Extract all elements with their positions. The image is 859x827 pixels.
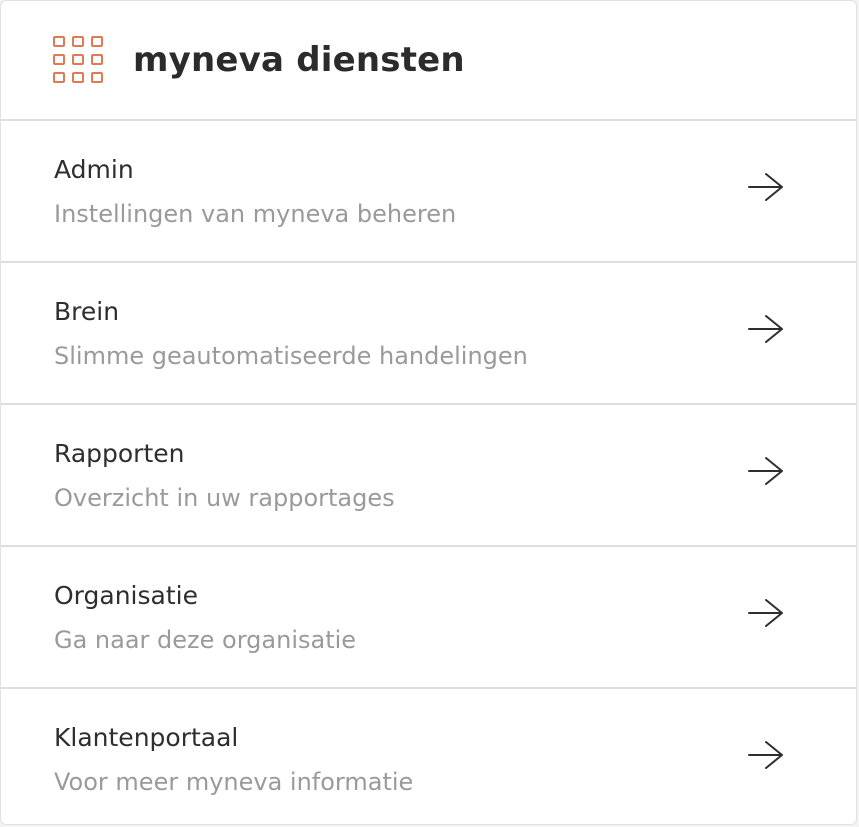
service-item-klantenportaal[interactable]: Klantenportaal Voor meer myneva informat… bbox=[1, 689, 856, 824]
service-subtitle: Voor meer myneva informatie bbox=[54, 768, 414, 796]
arrow-right-icon[interactable] bbox=[746, 312, 786, 346]
service-title: Admin bbox=[54, 155, 134, 184]
arrow-right-icon[interactable] bbox=[746, 738, 786, 772]
service-title: Rapporten bbox=[54, 439, 185, 468]
arrow-right-icon[interactable] bbox=[746, 454, 786, 488]
services-panel: myneva diensten Admin Instellingen van m… bbox=[0, 0, 857, 825]
panel-title: myneva diensten bbox=[133, 40, 465, 80]
service-item-admin[interactable]: Admin Instellingen van myneva beheren bbox=[1, 121, 856, 263]
panel-header: myneva diensten bbox=[1, 1, 856, 121]
service-item-rapporten[interactable]: Rapporten Overzicht in uw rapportages bbox=[1, 405, 856, 547]
arrow-right-icon[interactable] bbox=[746, 596, 786, 630]
service-subtitle: Slimme geautomatiseerde handelingen bbox=[54, 342, 528, 370]
service-item-brein[interactable]: Brein Slimme geautomatiseerde handelinge… bbox=[1, 263, 856, 405]
service-title: Klantenportaal bbox=[54, 723, 239, 752]
service-title: Brein bbox=[54, 297, 120, 326]
arrow-right-icon[interactable] bbox=[746, 170, 786, 204]
service-subtitle: Instellingen van myneva beheren bbox=[54, 200, 457, 228]
service-subtitle: Overzicht in uw rapportages bbox=[54, 484, 395, 512]
service-item-organisatie[interactable]: Organisatie Ga naar deze organisatie bbox=[1, 547, 856, 689]
services-list: Admin Instellingen van myneva beheren Br… bbox=[1, 121, 856, 824]
service-subtitle: Ga naar deze organisatie bbox=[54, 626, 357, 654]
service-title: Organisatie bbox=[54, 581, 198, 610]
apps-grid-icon bbox=[53, 36, 103, 84]
